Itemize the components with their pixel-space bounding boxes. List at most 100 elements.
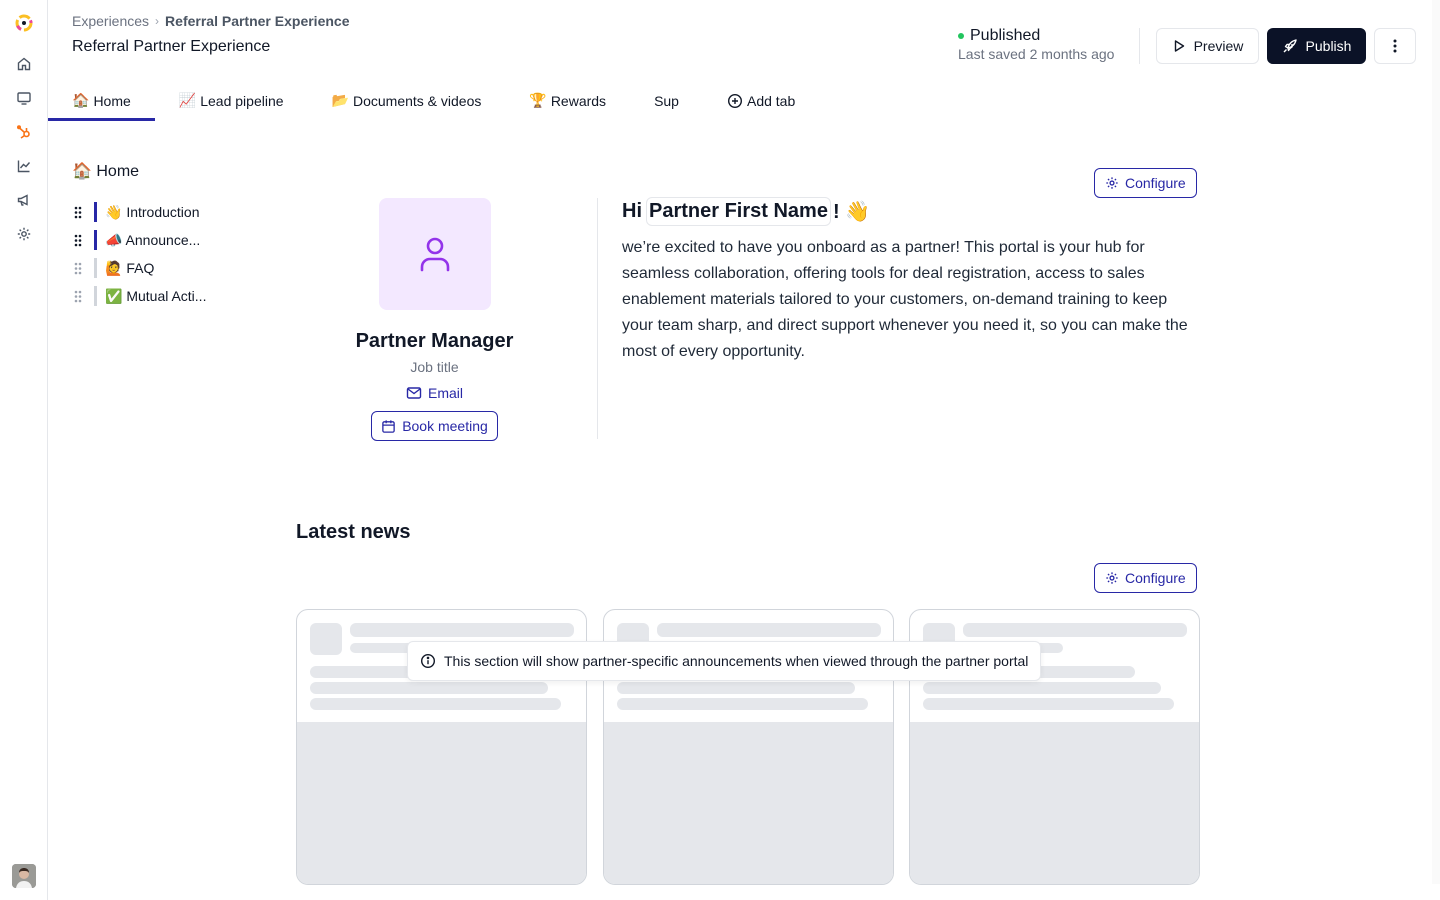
play-icon [1174, 40, 1184, 52]
configure-intro-button[interactable]: Configure [1094, 168, 1197, 198]
tab-label: Lead pipeline [200, 92, 284, 109]
home-icon[interactable] [16, 56, 32, 72]
chevron-right-icon: › [155, 14, 160, 28]
book-meeting-button[interactable]: Book meeting [371, 411, 498, 441]
user-avatar[interactable] [12, 864, 36, 888]
outline-item-faq[interactable]: 🙋 FAQ [72, 254, 242, 282]
outline-indicator [94, 202, 97, 222]
intro-body-text[interactable]: we’re excited to have you onboard as a p… [622, 235, 1202, 365]
last-saved-text: Last saved 2 months ago [958, 46, 1115, 62]
hubspot-icon[interactable] [16, 124, 32, 140]
partner-manager-card: Partner Manager Job title Email Book mee… [296, 198, 573, 441]
status-dot-icon [958, 33, 964, 39]
drag-handle-icon[interactable] [72, 289, 84, 303]
breadcrumb: Experiences › Referral Partner Experienc… [72, 13, 349, 29]
breadcrumb-current: Referral Partner Experience [165, 13, 350, 29]
book-meeting-label: Book meeting [402, 418, 488, 434]
tab-label: Rewards [550, 92, 607, 109]
outline-item-announcements[interactable]: 📣 Announce... [72, 226, 242, 254]
configure-label: Configure [1125, 570, 1186, 586]
drag-handle-icon[interactable] [72, 233, 84, 247]
outline-item-introduction[interactable]: 👋 Introduction [72, 198, 242, 226]
skeleton-image [604, 722, 893, 884]
skeleton-line [617, 698, 868, 710]
publish-button[interactable]: Publish [1267, 28, 1366, 64]
skeleton-line [963, 623, 1187, 637]
tab-home[interactable]: 🏠 Home [48, 80, 155, 121]
tab-documents-videos[interactable]: 📂 Documents & videos [308, 80, 506, 121]
skeleton-line [310, 698, 561, 710]
section-outline: 👋 Introduction 📣 Announce... 🙋 FAQ ✅ Mut… [72, 198, 242, 310]
announcements-info-tooltip: This section will show partner-specific … [407, 641, 1042, 681]
outline-indicator [94, 230, 97, 250]
user-icon [420, 237, 449, 272]
manager-name: Partner Manager [355, 330, 514, 352]
configure-label: Configure [1125, 175, 1186, 191]
tab-label: Home [93, 92, 131, 109]
trophy-emoji-icon: 🏆 [529, 92, 547, 108]
tab-label: Documents & videos [352, 92, 482, 109]
greeting-heading: Hi Partner First Name ! 👋 [622, 197, 870, 226]
configure-news-button[interactable]: Configure [1094, 563, 1197, 593]
skeleton-line [923, 698, 1174, 710]
header-divider [1139, 28, 1140, 64]
skeleton-line [310, 682, 548, 694]
preview-button-label: Preview [1193, 38, 1244, 54]
rocket-icon [1283, 39, 1297, 53]
add-tab-button[interactable]: Add tab [703, 80, 819, 121]
vertical-dots-icon [1393, 39, 1397, 53]
outline-indicator [94, 258, 97, 278]
mail-icon [406, 387, 422, 399]
left-rail [0, 0, 48, 900]
skeleton-line [923, 682, 1161, 694]
email-label: Email [427, 385, 463, 401]
megaphone-icon[interactable] [16, 192, 32, 208]
manager-job-title: Job title [410, 359, 459, 375]
tooltip-text: This section will show partner-specific … [444, 653, 1029, 669]
gear-icon [1106, 572, 1118, 584]
publish-button-label: Publish [1305, 38, 1352, 54]
page-scrollbar[interactable] [1432, 0, 1440, 884]
outline-item-label: 📣 Announce... [105, 231, 201, 248]
skeleton-avatar [310, 623, 342, 655]
drag-handle-icon[interactable] [72, 261, 84, 275]
folder-emoji-icon: 📂 [331, 92, 349, 108]
avatar [378, 198, 491, 310]
status-label: Published [970, 27, 1041, 44]
outline-item-label: 👋 Introduction [105, 203, 200, 220]
chart-icon[interactable] [16, 158, 32, 174]
info-icon [420, 653, 436, 669]
preview-button[interactable]: Preview [1156, 28, 1259, 64]
section-divider [597, 198, 598, 439]
breadcrumb-parent[interactable]: Experiences [72, 13, 149, 29]
drag-handle-icon[interactable] [72, 205, 84, 219]
greeting-prefix: Hi [622, 200, 642, 222]
app-logo-icon[interactable] [14, 13, 34, 33]
skeleton-image [297, 722, 586, 884]
greeting-suffix: ! 👋 [832, 201, 871, 223]
skeleton-line [350, 623, 574, 637]
settings-icon[interactable] [16, 226, 32, 242]
skeleton-image [910, 722, 1199, 884]
chart-emoji-icon: 📈 [178, 92, 197, 108]
tab-lead-pipeline[interactable]: 📈 Lead pipeline [155, 80, 308, 121]
plus-circle-icon [727, 93, 742, 108]
house-emoji-icon: 🏠 [72, 92, 90, 108]
page-title: Referral Partner Experience [72, 38, 271, 55]
more-options-button[interactable] [1374, 28, 1416, 64]
monitor-icon[interactable] [16, 90, 32, 106]
tab-bar: 🏠 Home 📈 Lead pipeline 📂 Documents & vid… [48, 80, 819, 121]
tab-sup[interactable]: Sup [630, 80, 703, 121]
outline-indicator [94, 286, 97, 306]
outline-item-label: ✅ Mutual Acti... [105, 287, 207, 304]
outline-item-label: 🙋 FAQ [105, 259, 155, 276]
partner-first-name-token[interactable]: Partner First Name [646, 197, 831, 226]
email-link[interactable]: Email [406, 385, 463, 401]
outline-title: 🏠 Home [72, 163, 140, 180]
outline-item-mutual-action[interactable]: ✅ Mutual Acti... [72, 282, 242, 310]
tab-rewards[interactable]: 🏆 Rewards [505, 80, 630, 121]
tab-label: Add tab [746, 92, 796, 109]
latest-news-heading: Latest news [296, 521, 411, 543]
calendar-icon [382, 419, 395, 433]
gear-icon [1106, 177, 1118, 189]
